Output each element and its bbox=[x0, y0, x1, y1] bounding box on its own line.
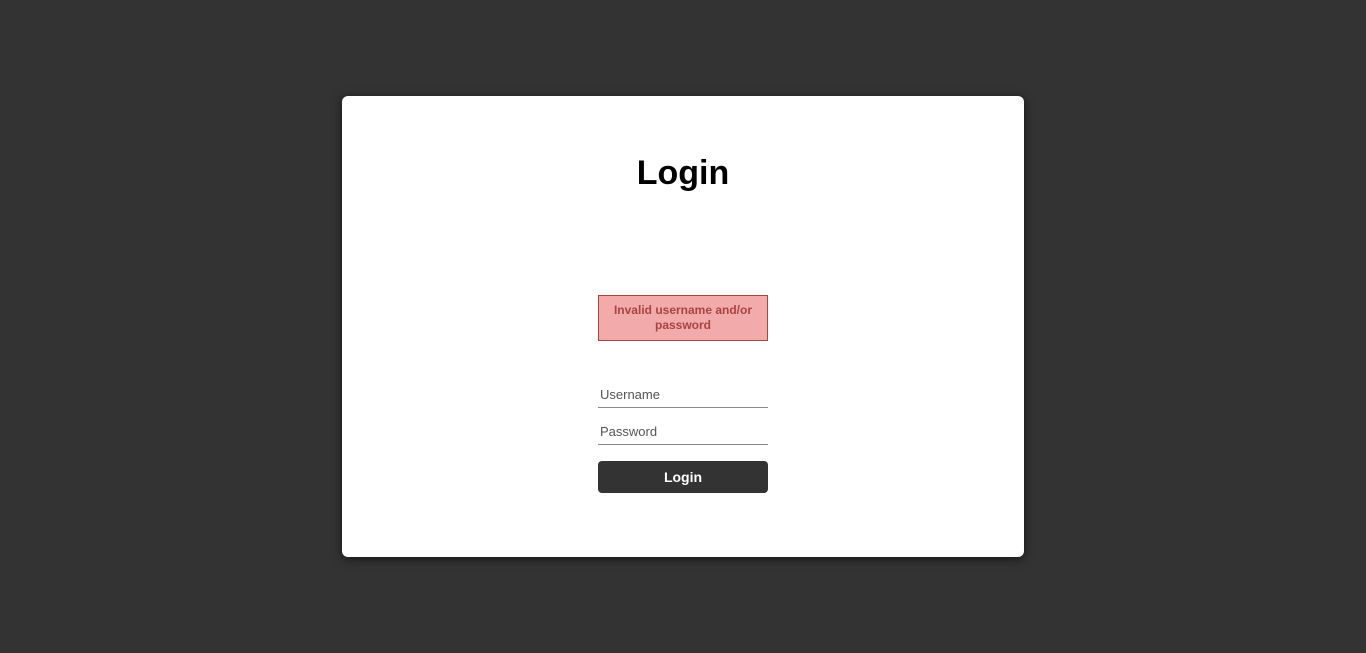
password-input[interactable] bbox=[598, 418, 768, 445]
login-button[interactable]: Login bbox=[598, 461, 768, 493]
username-input[interactable] bbox=[598, 381, 768, 408]
login-card: Login Invalid username and/or password L… bbox=[342, 96, 1024, 557]
login-form: Login bbox=[598, 381, 768, 493]
login-title: Login bbox=[637, 154, 730, 193]
login-error-message: Invalid username and/or password bbox=[598, 295, 768, 341]
